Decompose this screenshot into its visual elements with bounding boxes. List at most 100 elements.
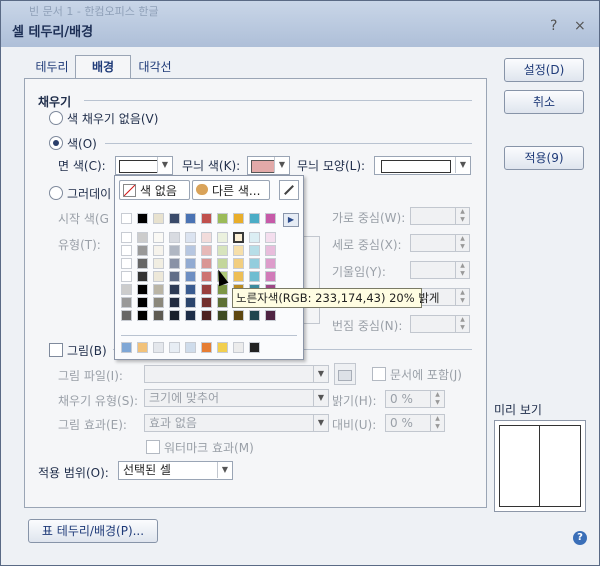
tilt-input[interactable]: ▲ ▼	[410, 261, 470, 279]
eyedropper-icon[interactable]	[279, 180, 299, 200]
no-fill-radio[interactable]	[49, 111, 63, 125]
color-swatch[interactable]	[137, 310, 148, 321]
color-swatch[interactable]	[121, 297, 132, 308]
apply-scope-select[interactable]: 선택된 셀 ▼	[118, 461, 233, 480]
color-swatch[interactable]	[217, 213, 228, 224]
color-swatch[interactable]	[137, 297, 148, 308]
color-swatch[interactable]	[121, 310, 132, 321]
color-swatch[interactable]	[169, 232, 180, 243]
chevron-down-icon[interactable]: ▼	[313, 415, 328, 431]
chevron-down-icon[interactable]: ▼	[157, 157, 172, 173]
color-swatch[interactable]	[153, 284, 164, 295]
close-icon[interactable]: ×	[574, 18, 586, 34]
folder-icon[interactable]	[334, 363, 356, 385]
color-swatch[interactable]	[233, 232, 244, 243]
color-swatch[interactable]	[153, 213, 164, 224]
color-swatch[interactable]	[137, 258, 148, 269]
color-swatch[interactable]	[233, 213, 244, 224]
help-icon[interactable]: ?	[550, 18, 557, 34]
other-colors-button[interactable]: 다른 색...	[192, 180, 270, 200]
recent-color-swatch[interactable]	[121, 342, 132, 353]
color-swatch[interactable]	[185, 310, 196, 321]
chevron-down-icon[interactable]: ▼	[313, 366, 328, 382]
color-swatch[interactable]	[153, 271, 164, 282]
watermark-checkbox[interactable]	[146, 440, 160, 454]
cancel-button[interactable]: 취소	[504, 90, 584, 114]
ok-button[interactable]: 설정(D)	[504, 58, 584, 82]
color-swatch[interactable]	[137, 245, 148, 256]
color-swatch[interactable]	[153, 297, 164, 308]
picture-effect-select[interactable]: 효과 없음 ▼	[144, 414, 329, 432]
color-swatch[interactable]	[201, 284, 212, 295]
color-swatch[interactable]	[249, 245, 260, 256]
color-swatch[interactable]	[185, 245, 196, 256]
color-swatch[interactable]	[121, 232, 132, 243]
color-swatch[interactable]	[169, 245, 180, 256]
color-swatch[interactable]	[249, 213, 260, 224]
recent-color-swatch[interactable]	[233, 342, 244, 353]
pattern-shape-select[interactable]: ▼	[374, 156, 471, 175]
spinner[interactable]: ▲ ▼	[455, 235, 469, 251]
recent-color-swatch[interactable]	[185, 342, 196, 353]
color-swatch[interactable]	[153, 245, 164, 256]
color-swatch[interactable]	[217, 310, 228, 321]
color-swatch[interactable]	[169, 297, 180, 308]
color-swatch[interactable]	[169, 310, 180, 321]
chevron-down-icon[interactable]: ▼	[217, 462, 232, 478]
spinner[interactable]: ▲ ▼	[455, 262, 469, 278]
color-swatch[interactable]	[121, 213, 132, 224]
pattern-color-picker[interactable]: ▼	[247, 156, 290, 175]
color-swatch[interactable]	[233, 245, 244, 256]
v-center-input[interactable]: ▲ ▼	[410, 234, 470, 252]
color-swatch[interactable]	[137, 284, 148, 295]
face-color-picker[interactable]: ▼	[115, 156, 173, 175]
color-swatch[interactable]	[153, 232, 164, 243]
include-in-document-checkbox[interactable]	[372, 367, 386, 381]
color-swatch[interactable]	[137, 271, 148, 282]
spinner[interactable]: ▲ ▼	[455, 289, 469, 305]
spinner[interactable]: ▲ ▼	[430, 415, 444, 431]
tab-border[interactable]: 테두리	[30, 56, 74, 78]
color-swatch[interactable]	[201, 310, 212, 321]
color-swatch[interactable]	[265, 258, 276, 269]
recent-color-swatch[interactable]	[137, 342, 148, 353]
spread-input[interactable]: ▲ ▼	[410, 315, 470, 333]
color-swatch[interactable]	[201, 213, 212, 224]
color-swatch[interactable]	[153, 258, 164, 269]
no-color-button[interactable]: 색 없음	[119, 180, 190, 200]
color-swatch[interactable]	[169, 213, 180, 224]
recent-color-swatch[interactable]	[169, 342, 180, 353]
chevron-right-icon[interactable]: ▶	[283, 213, 299, 227]
table-border-background-button[interactable]: 표 테두리/배경(P)...	[28, 519, 158, 543]
color-swatch[interactable]	[201, 258, 212, 269]
spinner[interactable]: ▲ ▼	[455, 208, 469, 224]
help-icon[interactable]: ?	[573, 531, 587, 545]
color-swatch[interactable]	[137, 232, 148, 243]
recent-color-swatch[interactable]	[201, 342, 212, 353]
chevron-down-icon[interactable]: ▼	[313, 390, 328, 406]
color-swatch[interactable]	[201, 271, 212, 282]
recent-color-swatch[interactable]	[249, 342, 260, 353]
color-swatch[interactable]	[121, 284, 132, 295]
apply-button[interactable]: 적용(9)	[504, 146, 584, 170]
gradient-radio[interactable]	[49, 186, 63, 200]
color-swatch[interactable]	[217, 232, 228, 243]
spinner[interactable]: ▲ ▼	[430, 391, 444, 407]
color-swatch[interactable]	[265, 310, 276, 321]
color-radio[interactable]	[49, 136, 63, 150]
color-swatch[interactable]	[249, 232, 260, 243]
color-swatch[interactable]	[169, 271, 180, 282]
color-swatch[interactable]	[249, 258, 260, 269]
color-swatch[interactable]	[121, 245, 132, 256]
tab-background[interactable]: 배경	[75, 55, 131, 80]
color-swatch[interactable]	[185, 271, 196, 282]
recent-color-swatch[interactable]	[217, 342, 228, 353]
color-swatch[interactable]	[201, 297, 212, 308]
color-swatch[interactable]	[185, 213, 196, 224]
color-swatch[interactable]	[233, 258, 244, 269]
color-swatch[interactable]	[249, 271, 260, 282]
color-swatch[interactable]	[153, 310, 164, 321]
color-swatch[interactable]	[265, 232, 276, 243]
color-swatch[interactable]	[185, 297, 196, 308]
color-swatch[interactable]	[185, 258, 196, 269]
